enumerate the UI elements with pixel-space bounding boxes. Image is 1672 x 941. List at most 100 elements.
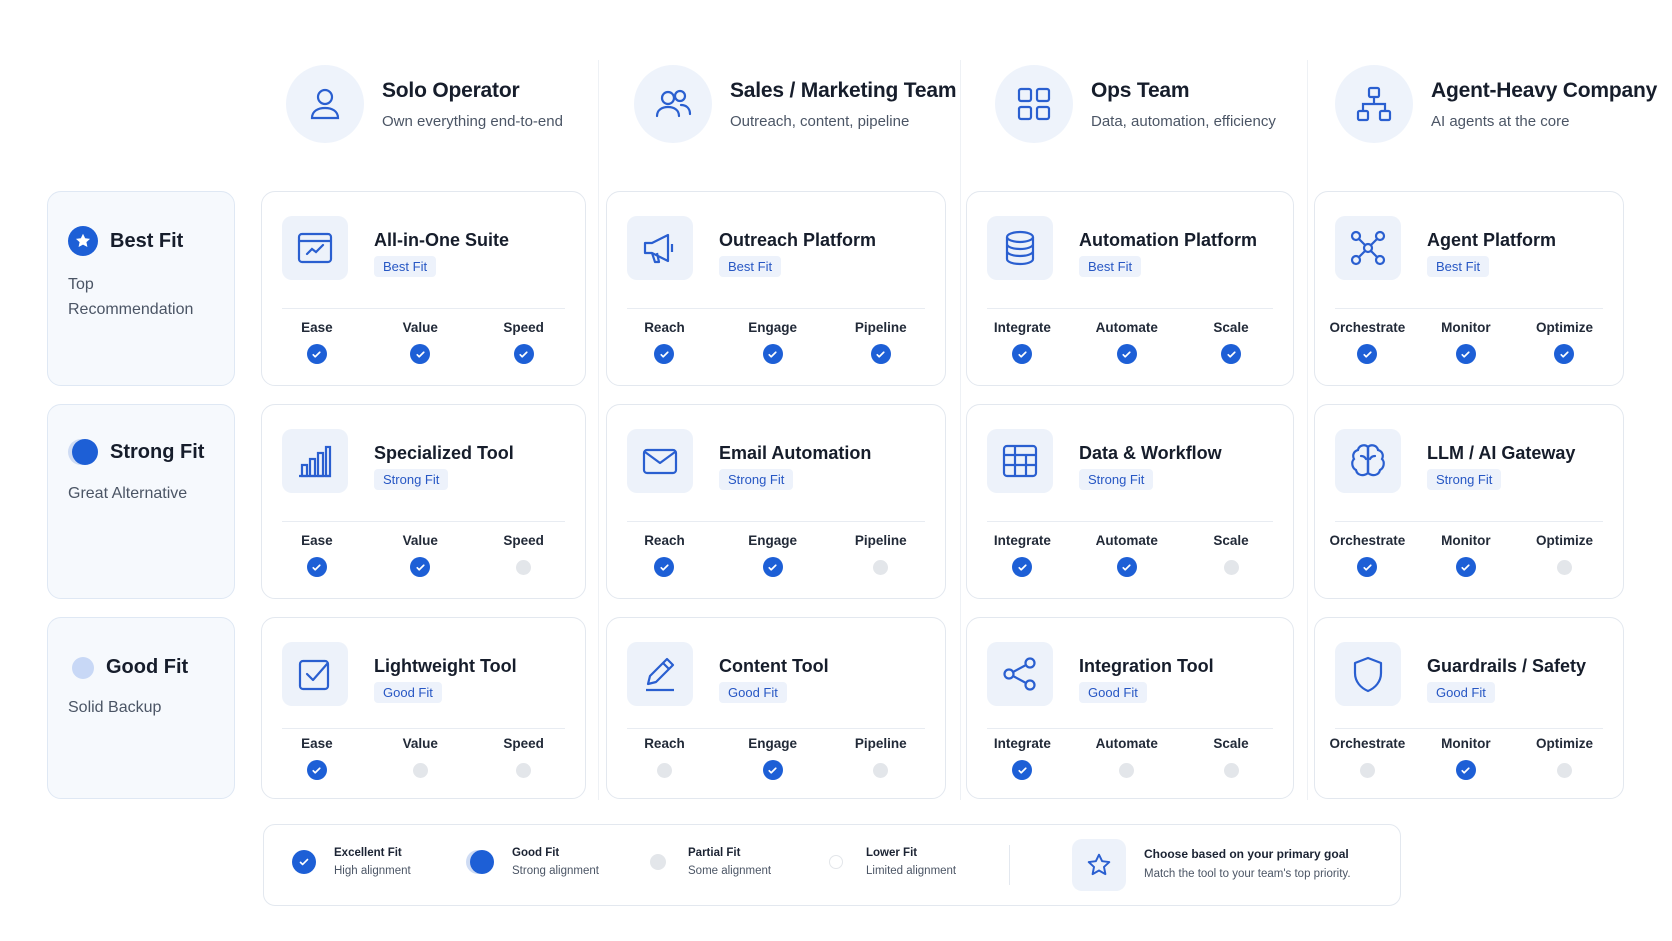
criterion: Value [370, 736, 470, 778]
row-label-best-fit: Best Fit Top Recommendation [47, 191, 235, 386]
product-card[interactable]: Content Tool Good Fit Reach Engage Pipelin… [606, 617, 946, 799]
legend-label: Excellent Fit [334, 847, 402, 859]
check-circle-icon [1116, 557, 1137, 577]
check-circle-icon [1455, 557, 1476, 577]
product-card[interactable]: LLM / AI Gateway Strong Fit Orchestrate M… [1314, 404, 1624, 599]
check-circle-icon [1357, 344, 1378, 364]
fit-tag: Best Fit [1079, 256, 1142, 277]
fit-tag: Strong Fit [719, 469, 794, 490]
product-card[interactable]: Data & Workflow Strong Fit Integrate Auto… [966, 404, 1294, 599]
star-badge-icon [68, 226, 98, 256]
criterion: Integrate [972, 320, 1072, 364]
product-name: Data & Workflow [1079, 443, 1222, 463]
legend-item-excellent: Excellent Fit High alignment [292, 847, 411, 877]
criterion: Automate [1077, 736, 1177, 778]
column-header-sales: Sales / Marketing Team Outreach, content,… [634, 64, 957, 144]
dashboard-icon [282, 216, 348, 280]
row-label-good-fit: Good Fit Solid Backup [47, 617, 235, 799]
criterion: Speed [474, 736, 574, 778]
lower-dot-icon [829, 855, 843, 869]
check-circle-icon [1116, 344, 1137, 364]
empty-dot-icon [1119, 763, 1135, 778]
legend-sub: Limited alignment [866, 865, 957, 877]
criterion-label: Engage [748, 320, 797, 335]
criterion: Ease [267, 320, 367, 364]
criterion: Value [370, 320, 470, 364]
product-card[interactable]: Email Automation Strong Fit Reach Engage P… [606, 404, 946, 599]
product-card[interactable]: Guardrails / Safety Good Fit Orchestrate… [1314, 617, 1624, 799]
criterion-label: Speed [503, 736, 544, 751]
criterion: Ease [267, 736, 367, 780]
product-name: Specialized Tool [374, 443, 514, 463]
criterion: Reach [614, 320, 714, 364]
criterion: Optimize [1514, 736, 1614, 778]
product-name: Guardrails / Safety [1427, 656, 1587, 676]
row-title: Strong Fit [110, 440, 205, 463]
check-circle-icon [1012, 344, 1033, 364]
brain-icon [1335, 429, 1401, 493]
product-card[interactable]: Integration Tool Good Fit Integrate Autom… [966, 617, 1294, 799]
star-icon [1072, 839, 1126, 891]
row-subtitle: Top Recommendation [68, 276, 194, 318]
criterion-label: Optimize [1535, 533, 1593, 548]
empty-dot-icon [516, 560, 532, 575]
product-card[interactable]: Specialized Tool Strong Fit Ease Value Spe… [261, 404, 586, 599]
column-divider [598, 60, 599, 800]
fit-tag: Good Fit [374, 682, 442, 703]
empty-dot-icon [1556, 560, 1572, 575]
empty-dot-icon [873, 763, 889, 778]
criterion-label: Automate [1095, 320, 1158, 335]
check-circle-icon [1012, 760, 1033, 780]
product-card[interactable]: Agent Platform Best Fit Orchestrate Monit… [1314, 191, 1624, 386]
empty-dot-icon [516, 763, 532, 778]
product-name: Agent Platform [1427, 230, 1557, 250]
legend-label: Good Fit [512, 847, 560, 859]
column-subtitle: Data, automation, efficiency [1091, 112, 1276, 130]
empty-dot-icon [656, 763, 672, 778]
check-circle-icon [1221, 344, 1242, 364]
mail-icon [627, 429, 693, 493]
criterion-label: Engage [748, 736, 797, 751]
column-subtitle: AI agents at the core [1431, 112, 1570, 130]
product-card[interactable]: All-in-One Suite Best Fit Ease Value Speed [261, 191, 586, 386]
criterion-label: Monitor [1441, 320, 1491, 335]
criterion-label: Value [402, 533, 438, 548]
product-card[interactable]: Lightweight Tool Good Fit Ease Value Speed [261, 617, 586, 799]
product-name: Lightweight Tool [374, 656, 517, 676]
network-icon [1335, 216, 1401, 280]
product-card[interactable]: Outreach Platform Best Fit Reach Engage Pi… [606, 191, 946, 386]
fit-tag: Good Fit [1079, 682, 1147, 703]
criterion: Monitor [1416, 320, 1516, 364]
empty-dot-icon [412, 763, 428, 778]
check-circle-icon [410, 344, 431, 364]
criterion-label: Ease [301, 320, 333, 335]
check-circle-icon [1455, 344, 1476, 364]
criterion-label: Ease [301, 533, 333, 548]
bar-chart-icon [282, 429, 348, 493]
criterion: Orchestrate [1317, 320, 1417, 364]
product-name: All-in-One Suite [374, 230, 509, 250]
product-name: Integration Tool [1079, 656, 1214, 676]
criterion: Ease [267, 533, 367, 577]
legend-label: Lower Fit [866, 847, 918, 859]
strong-dot-icon [72, 439, 98, 465]
fit-tag: Good Fit [1427, 682, 1495, 703]
criterion-label: Orchestrate [1329, 533, 1406, 548]
criterion: Engage [723, 533, 823, 577]
criterion-label: Scale [1213, 736, 1249, 751]
empty-dot-icon [1556, 763, 1572, 778]
check-circle-icon [1455, 760, 1476, 780]
product-name: Automation Platform [1079, 230, 1257, 250]
criterion: Reach [614, 736, 714, 778]
criterion-label: Automate [1095, 533, 1158, 548]
criterion-label: Reach [644, 736, 685, 751]
check-circle-icon [762, 344, 783, 364]
empty-dot-icon [1223, 763, 1239, 778]
org-chart-icon [1335, 65, 1413, 143]
criterion-label: Integrate [993, 533, 1051, 548]
criterion-label: Ease [301, 736, 333, 751]
criterion-label: Scale [1213, 320, 1249, 335]
product-card[interactable]: Automation Platform Best Fit Integrate Au… [966, 191, 1294, 386]
legend-divider [1009, 845, 1010, 885]
legend-goal-sub: Match the tool to your team's top priori… [1144, 868, 1351, 880]
